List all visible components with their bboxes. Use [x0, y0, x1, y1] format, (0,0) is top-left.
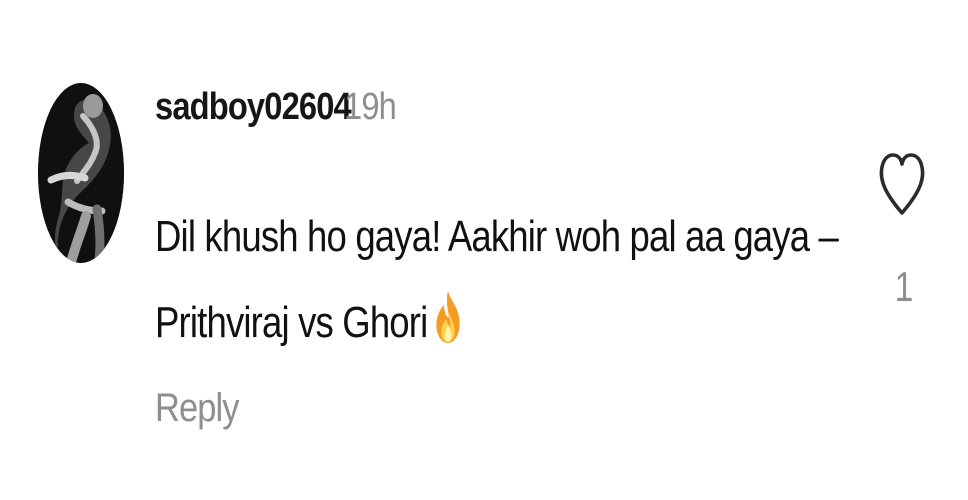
- avatar-photo: [38, 83, 124, 263]
- comment-text: Dil khush ho gaya! Aakhir woh pal aa gay…: [155, 194, 839, 366]
- avatar[interactable]: [38, 83, 124, 263]
- username-link[interactable]: sadboy02604: [155, 82, 352, 132]
- comment-text-line-2: Prithviraj vs Ghori: [155, 280, 802, 366]
- heart-outline-icon: [879, 153, 925, 215]
- reply-button[interactable]: Reply: [155, 383, 240, 433]
- comment-text-line-1: Dil khush ho gaya! Aakhir woh pal aa gay…: [155, 212, 839, 261]
- comment-time: 19h: [344, 86, 397, 128]
- like-button[interactable]: [878, 150, 926, 220]
- comment-item: sadboy02604 19h Dil khush ho gaya! Aakhi…: [0, 0, 968, 500]
- like-count: 1: [894, 263, 914, 310]
- comment-text-line-2-text: Prithviraj vs Ghori: [155, 298, 428, 347]
- fire-emoji-icon: [434, 289, 462, 345]
